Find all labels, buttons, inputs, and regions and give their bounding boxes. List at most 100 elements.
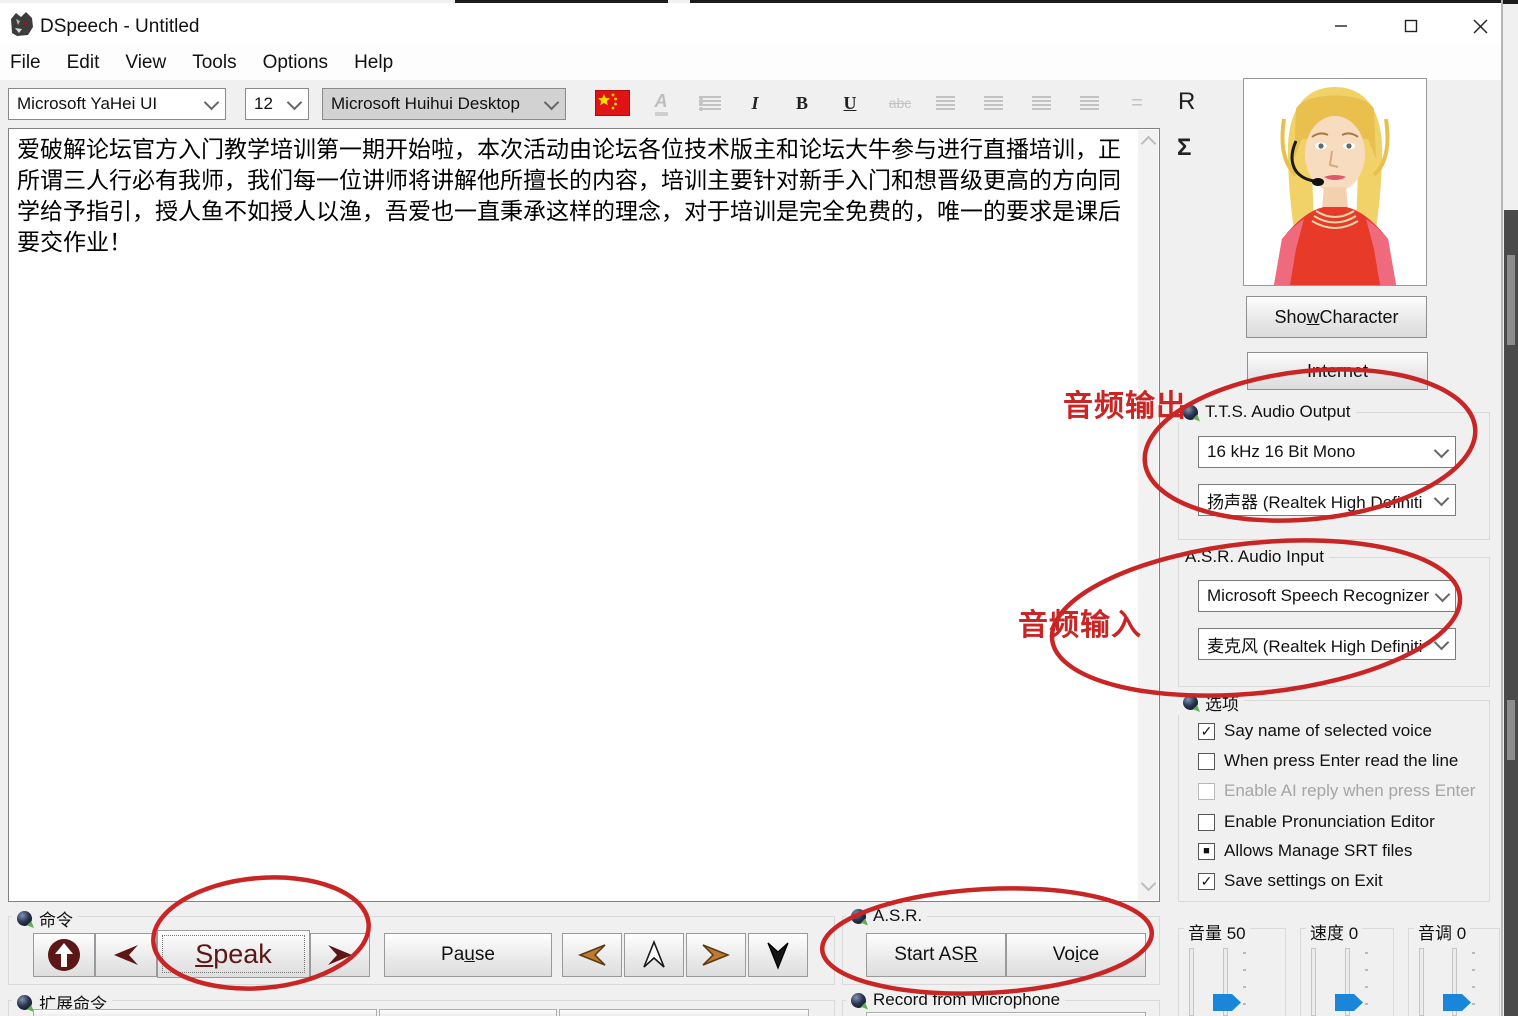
nav-left-button[interactable] xyxy=(562,933,622,977)
tts-format-dropdown[interactable]: 16 kHz 16 Bit Mono xyxy=(1198,436,1456,468)
font-color-icon: A xyxy=(648,90,674,116)
italic-button[interactable]: I xyxy=(744,90,766,116)
checkbox-icon xyxy=(1198,783,1215,800)
checkbox-icon[interactable]: ■ xyxy=(1198,843,1215,860)
menu-bar: File Edit View Tools Options Help xyxy=(0,45,1502,80)
checkbox-ai-reply: Enable AI reply when press Enter xyxy=(1198,781,1475,801)
asr-input-group xyxy=(1178,557,1490,687)
speed-ticks xyxy=(1365,952,1368,1012)
chevron-down-icon xyxy=(1434,442,1450,458)
align-center-icon xyxy=(981,90,1005,116)
menu-view[interactable]: View xyxy=(125,52,166,74)
scroll-up-icon[interactable] xyxy=(1141,136,1157,152)
annotation-audio-output: 音频输出 xyxy=(1063,381,1187,425)
justify-icon xyxy=(1077,90,1101,116)
strikethrough-icon: abc xyxy=(884,90,916,116)
chevron-down-icon xyxy=(1435,586,1451,602)
speed-groove xyxy=(1311,948,1316,1016)
bold-button[interactable]: B xyxy=(791,90,813,116)
menu-tools[interactable]: Tools xyxy=(192,52,236,74)
partial-button[interactable] xyxy=(33,1009,377,1016)
close-button[interactable] xyxy=(1457,11,1503,41)
language-flag-icon[interactable] xyxy=(595,90,630,116)
nav-left-icon xyxy=(577,942,607,968)
asr-input-group-label: A.S.R. Audio Input xyxy=(1180,547,1329,567)
align-right-icon xyxy=(1029,90,1053,116)
background-window-strip xyxy=(1507,255,1515,345)
voice-button[interactable]: Voice xyxy=(1006,933,1146,977)
checkbox-save-settings[interactable]: ✓ Save settings on Exit xyxy=(1198,871,1383,891)
internet-button[interactable]: Internet xyxy=(1247,352,1428,390)
show-character-label: Sho xyxy=(1274,307,1306,328)
tts-device-dropdown[interactable]: 扬声器 (Realtek High Definiti xyxy=(1198,484,1456,516)
title-bar: DSpeech - Untitled xyxy=(0,3,1502,45)
font-size-combo[interactable]: 12 xyxy=(245,88,309,120)
chevron-down-icon xyxy=(544,94,560,110)
chevron-down-icon xyxy=(287,94,303,110)
partial-button[interactable] xyxy=(379,1009,557,1016)
partial-button[interactable] xyxy=(559,1009,809,1016)
menu-help[interactable]: Help xyxy=(354,52,393,74)
voice-combo[interactable]: Microsoft Huihui Desktop xyxy=(322,88,566,120)
arrow-right-icon xyxy=(326,943,354,967)
list-icon xyxy=(697,90,723,116)
nav-up-icon xyxy=(641,940,667,970)
checkbox-enter-read[interactable]: When press Enter read the line xyxy=(1198,751,1458,771)
checkbox-icon[interactable]: ✓ xyxy=(1198,723,1215,740)
sphere-icon xyxy=(851,993,866,1008)
voice-value: Microsoft Huihui Desktop xyxy=(331,94,520,114)
pitch-ticks xyxy=(1472,952,1475,1012)
speak-forward-button[interactable] xyxy=(310,933,370,977)
checkbox-pronunciation-editor[interactable]: Enable Pronunciation Editor xyxy=(1198,812,1435,832)
underline-button[interactable]: U xyxy=(839,90,861,116)
character-image xyxy=(1243,78,1427,286)
nav-right-button[interactable] xyxy=(686,933,746,977)
sphere-icon xyxy=(1183,695,1198,710)
volume-label: 音量 50 xyxy=(1184,919,1250,944)
text-editor[interactable]: 爱破解论坛官方入门教学培训第一期开始啦，本次活动由论坛各位技术版主和论坛大牛参与… xyxy=(8,128,1160,902)
sigma-button[interactable]: Σ xyxy=(1177,134,1191,162)
nav-down-icon xyxy=(765,940,791,970)
arrow-left-icon xyxy=(112,943,140,967)
focus-rectangle xyxy=(162,935,305,973)
pause-button[interactable]: Pause xyxy=(384,933,552,977)
chevron-down-icon xyxy=(204,94,220,110)
menu-edit[interactable]: Edit xyxy=(67,52,100,74)
sphere-icon xyxy=(17,911,32,926)
menu-file[interactable]: File xyxy=(10,52,41,74)
nav-up-button[interactable] xyxy=(624,933,684,977)
font-family-value: Microsoft YaHei UI xyxy=(17,94,157,114)
menu-options[interactable]: Options xyxy=(263,52,328,74)
sphere-icon xyxy=(17,995,32,1010)
commands-group-label: 命令 xyxy=(12,906,78,931)
align-left-icon xyxy=(933,90,957,116)
scroll-down-icon[interactable] xyxy=(1141,876,1157,892)
asr-device-dropdown[interactable]: 麦克风 (Realtek High Definiti xyxy=(1198,628,1456,660)
speak-button[interactable]: Speak xyxy=(157,930,310,978)
stop-button[interactable] xyxy=(33,933,95,977)
chevron-down-icon xyxy=(1434,634,1450,650)
checkbox-icon[interactable] xyxy=(1198,753,1215,770)
asr-engine-dropdown[interactable]: Microsoft Speech Recognizer xyxy=(1198,580,1456,612)
minimize-button[interactable] xyxy=(1318,11,1364,41)
start-asr-button[interactable]: Start ASR xyxy=(866,933,1006,977)
asr-command-group-label: A.S.R. xyxy=(846,906,927,926)
r-button[interactable]: R xyxy=(1178,88,1195,116)
pitch-label: 音调 0 xyxy=(1414,919,1470,944)
checkbox-say-name[interactable]: ✓ Say name of selected voice xyxy=(1198,721,1432,741)
tts-group-label: T.T.S. Audio Output xyxy=(1178,402,1356,422)
maximize-button[interactable] xyxy=(1388,11,1434,41)
editor-scrollbar[interactable] xyxy=(1138,130,1158,900)
checkbox-icon[interactable] xyxy=(1198,814,1215,831)
annotation-audio-input: 音频输入 xyxy=(1018,600,1142,644)
show-character-button[interactable]: Show Character xyxy=(1246,296,1427,338)
nav-down-button[interactable] xyxy=(748,933,808,977)
font-family-combo[interactable]: Microsoft YaHei UI xyxy=(8,88,226,120)
partial-button[interactable] xyxy=(866,1012,1146,1016)
checkbox-icon[interactable]: ✓ xyxy=(1198,873,1215,890)
checkbox-manage-srt[interactable]: ■ Allows Manage SRT files xyxy=(1198,841,1412,861)
dspeech-window: DSpeech - Untitled File Edit View Tools … xyxy=(0,0,1518,1016)
speak-back-button[interactable] xyxy=(95,933,157,977)
options-group-label: 选项 xyxy=(1178,690,1244,715)
nav-right-icon xyxy=(701,942,731,968)
